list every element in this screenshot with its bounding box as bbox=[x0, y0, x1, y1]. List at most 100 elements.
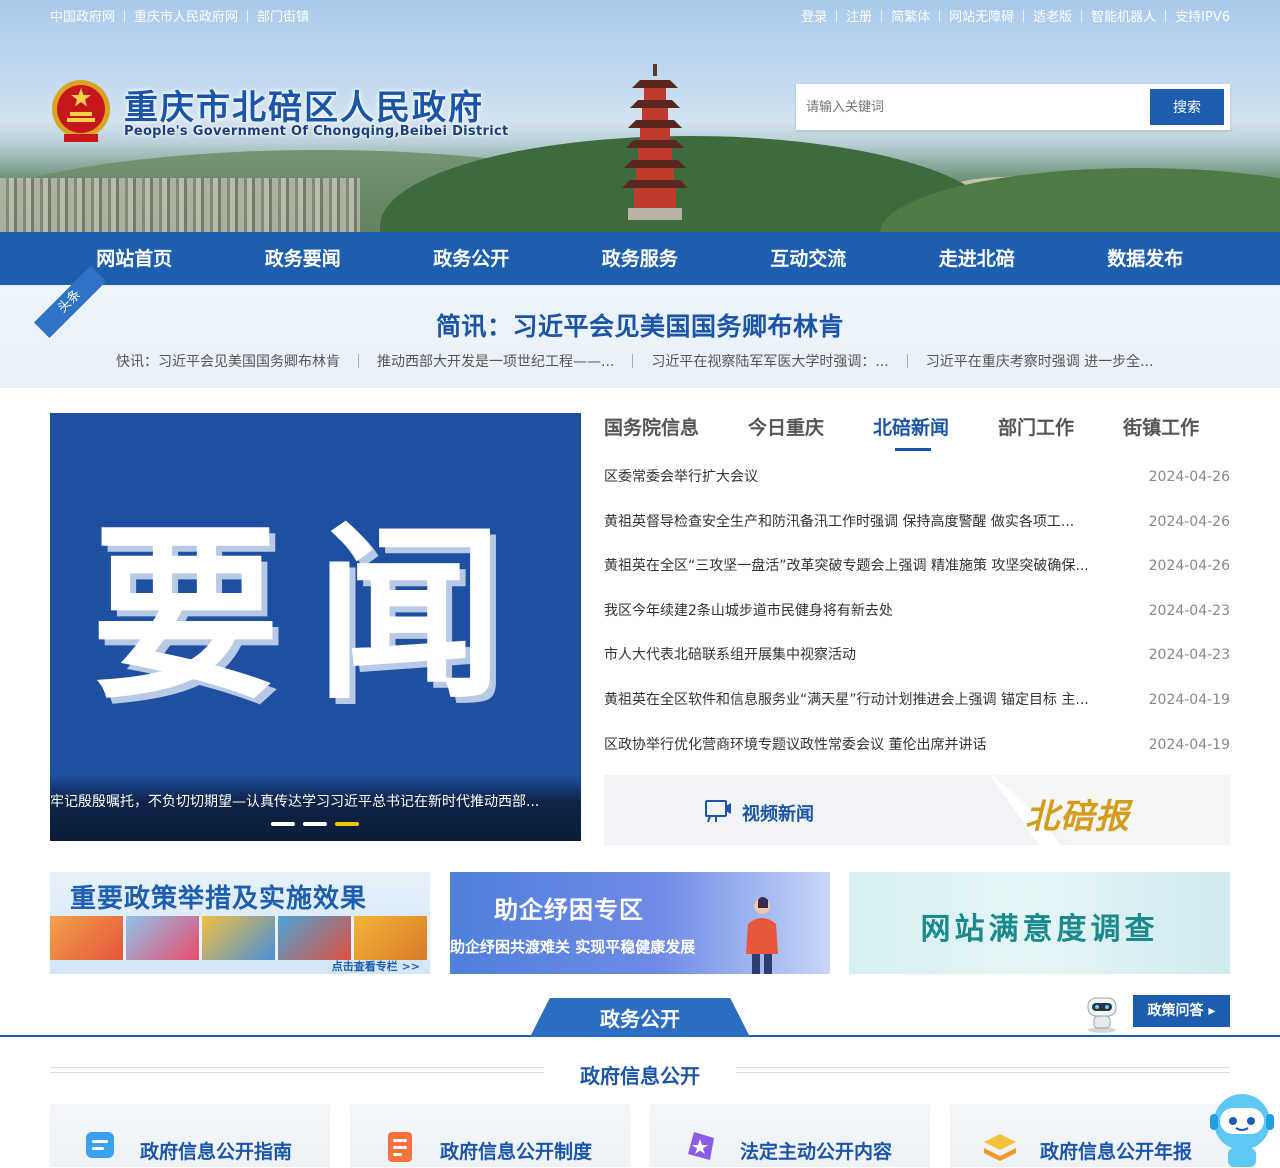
tab-chongqing-today[interactable]: 今日重庆 bbox=[748, 413, 824, 451]
carousel-image-text: 要闻 bbox=[91, 504, 540, 725]
accessibility-link[interactable]: 网站无障碍 bbox=[949, 6, 1014, 25]
card-title: 政府信息公开指南 bbox=[140, 1141, 293, 1163]
satisfaction-survey-banner[interactable]: 网站满意度调查 bbox=[849, 872, 1230, 974]
search-box: 搜索 bbox=[796, 84, 1230, 130]
news-title[interactable]: 黄祖英在全区“三攻坚一盘活”改革突破专题会上强调 精准施策 攻坚突破确保... bbox=[604, 555, 1089, 600]
news-title[interactable]: 黄祖英在全区软件和信息服务业“满天星”行动计划推进会上强调 锚定目标 主... bbox=[604, 689, 1089, 734]
elderly-mode-link[interactable]: 适老版 bbox=[1033, 6, 1072, 25]
smart-robot-link[interactable]: 智能机器人 bbox=[1091, 6, 1156, 25]
headline-title[interactable]: 简讯：习近平会见美国国务卿布林肯 bbox=[0, 307, 1280, 343]
news-date: 2024-04-23 bbox=[1148, 602, 1230, 619]
tab-department-work[interactable]: 部门工作 bbox=[998, 413, 1074, 451]
policy-banner-more[interactable]: 点击查看专栏 >> bbox=[332, 958, 420, 974]
nav-gov-service[interactable]: 政务服务 bbox=[556, 232, 725, 285]
main-nav: 网站首页 政务要闻 政务公开 政务服务 互动交流 走进北碚 数据发布 bbox=[0, 232, 1280, 285]
policy-effects-banner[interactable]: 重要政策举措及实施效果 点击查看专栏 >> bbox=[50, 872, 430, 974]
pagoda-icon bbox=[622, 64, 688, 220]
site-subtitle: People's Government Of Chongqing,Beibei … bbox=[124, 124, 509, 139]
news-date: 2024-04-26 bbox=[1148, 558, 1230, 575]
enterprise-relief-banner[interactable]: 助企纾困专区 助企纾困共渡难关 实现平稳健康发展 bbox=[450, 872, 830, 974]
news-row[interactable]: 市人大代表北碚联系组开展集中视察活动 2024-04-23 bbox=[604, 644, 1230, 689]
quick-news-item[interactable]: 习近平在视察陆军军医大学时强调：... bbox=[651, 351, 888, 371]
card-title: 政府信息公开年报 bbox=[1040, 1141, 1193, 1163]
quick-news-item[interactable]: 习近平在重庆考察时强调 进一步全... bbox=[926, 351, 1154, 371]
tab-state-council[interactable]: 国务院信息 bbox=[604, 413, 699, 451]
robot-icon[interactable] bbox=[1080, 994, 1124, 1034]
news-date: 2024-04-23 bbox=[1148, 647, 1230, 664]
card-title: 政府信息公开制度 bbox=[440, 1141, 593, 1163]
survey-banner-title: 网站满意度调查 bbox=[920, 912, 1159, 947]
tab-beibei-news[interactable]: 北碚新闻 bbox=[873, 413, 949, 451]
news-row[interactable]: 我区今年续建2条山城步道市民健身将有新去处 2024-04-23 bbox=[604, 600, 1230, 645]
site-title: 重庆市北碚区人民政府 bbox=[124, 88, 484, 128]
policy-banner-title: 重要政策举措及实施效果 bbox=[70, 884, 368, 914]
news-title[interactable]: 黄祖英督导检查安全生产和防汛备汛工作时强调 保持高度警醒 做实各项工... bbox=[604, 511, 1074, 556]
news-row[interactable]: 区政协举行优化营商环境专题议政性常委会议 董伦出席并讲话 2024-04-19 bbox=[604, 734, 1230, 779]
top-link-gov-cn[interactable]: 中国政府网 bbox=[50, 6, 115, 25]
card-statutory-content[interactable]: 法定主动公开内容 bbox=[650, 1104, 930, 1167]
nav-data-release[interactable]: 数据发布 bbox=[1061, 232, 1230, 285]
nav-gov-openness[interactable]: 政务公开 bbox=[387, 232, 556, 285]
background-city bbox=[0, 178, 360, 232]
video-news-label[interactable]: 视频新闻 bbox=[742, 800, 814, 826]
carousel-dot-1[interactable] bbox=[271, 822, 295, 826]
carousel-dot-3[interactable] bbox=[335, 822, 359, 826]
news-row[interactable]: 黄祖英在全区“三攻坚一盘活”改革突破专题会上强调 精准施策 攻坚突破确保... 2… bbox=[604, 555, 1230, 600]
login-link[interactable]: 登录 bbox=[801, 6, 827, 25]
nav-about-beibei[interactable]: 走进北碚 bbox=[893, 232, 1062, 285]
nav-home[interactable]: 网站首页 bbox=[50, 232, 219, 285]
nav-interaction[interactable]: 互动交流 bbox=[724, 232, 893, 285]
news-list: 区委常委会举行扩大会议 2024-04-26 黄祖英督导检查安全生产和防汛备汛工作… bbox=[604, 466, 1230, 778]
news-carousel[interactable]: 要闻 牢记殷殷嘱托，不负切切期望—认真传达学习习近平总书记在新时代推动西部... bbox=[50, 413, 581, 841]
top-links-right: 登录 注册 简繁体 网站无障碍 适老版 智能机器人 支持IPV6 bbox=[801, 6, 1230, 25]
news-row[interactable]: 区委常委会举行扩大会议 2024-04-26 bbox=[604, 466, 1230, 511]
beibei-newspaper-label[interactable]: 北碚报 bbox=[1025, 789, 1130, 838]
news-date: 2024-04-19 bbox=[1148, 736, 1230, 753]
header-banner: 中国政府网 重庆市人民政府网 部门街镇 登录 注册 简繁体 网站无障碍 适老版 … bbox=[0, 0, 1280, 232]
top-link-cq-gov[interactable]: 重庆市人民政府网 bbox=[134, 6, 238, 25]
carousel-dots bbox=[271, 822, 367, 826]
news-date: 2024-04-26 bbox=[1148, 513, 1230, 530]
person-illustration-icon bbox=[746, 897, 778, 974]
top-links-left: 中国政府网 重庆市人民政府网 部门街镇 bbox=[50, 6, 309, 25]
carousel-dot-2[interactable] bbox=[303, 822, 327, 826]
policy-qa-label: 政策问答 bbox=[1147, 1003, 1204, 1019]
carousel-caption[interactable]: 牢记殷殷嘱托，不负切切期望—认真传达学习习近平总书记在新时代推动西部... bbox=[50, 791, 581, 811]
help-banner-title: 助企纾困专区 bbox=[494, 896, 644, 924]
news-title[interactable]: 市人大代表北碚联系组开展集中视察活动 bbox=[604, 644, 856, 689]
card-disclosure-system[interactable]: 政府信息公开制度 bbox=[350, 1104, 630, 1167]
quick-news-item[interactable]: 推动西部大开发是一项世纪工程——... bbox=[377, 351, 614, 371]
document-icon bbox=[388, 1132, 412, 1162]
star-tag-icon bbox=[688, 1132, 714, 1160]
traditional-chinese-link[interactable]: 简繁体 bbox=[891, 6, 930, 25]
search-button[interactable]: 搜索 bbox=[1150, 89, 1224, 125]
headline-section: 头条 简讯：习近平会见美国国务卿布林肯 快讯：习近平会见美国国务卿布林肯 推动西… bbox=[0, 265, 1280, 388]
card-annual-report[interactable]: 政府信息公开年报 bbox=[950, 1104, 1230, 1167]
news-row[interactable]: 黄祖英督导检查安全生产和防汛备汛工作时强调 保持高度警醒 做实各项工... 202… bbox=[604, 511, 1230, 556]
nav-gov-news[interactable]: 政务要闻 bbox=[219, 232, 388, 285]
register-link[interactable]: 注册 bbox=[846, 6, 872, 25]
quick-news-item[interactable]: 快讯：习近平会见美国国务卿布林肯 bbox=[116, 351, 340, 371]
top-link-departments[interactable]: 部门街镇 bbox=[257, 6, 309, 25]
news-row[interactable]: 黄祖英在全区软件和信息服务业“满天星”行动计划推进会上强调 锚定目标 主... 2… bbox=[604, 689, 1230, 734]
news-date: 2024-04-19 bbox=[1148, 691, 1230, 708]
video-news-banner[interactable]: 视频新闻 北碚报 bbox=[604, 775, 1230, 845]
layers-icon bbox=[984, 1134, 1016, 1161]
section-title-gov-openness: 政务公开 bbox=[530, 998, 750, 1037]
news-title[interactable]: 我区今年续建2条山城步道市民健身将有新去处 bbox=[604, 600, 893, 645]
news-title[interactable]: 区政协举行优化营商环境专题议政性常委会议 董伦出席并讲话 bbox=[604, 734, 986, 779]
policy-banner-images bbox=[50, 916, 430, 960]
card-disclosure-guide[interactable]: 政府信息公开指南 bbox=[50, 1104, 330, 1167]
video-icon bbox=[705, 800, 731, 823]
tab-street-work[interactable]: 街镇工作 bbox=[1123, 413, 1199, 451]
news-title[interactable]: 区委常委会举行扩大会议 bbox=[604, 466, 758, 511]
national-emblem-icon bbox=[52, 80, 110, 142]
search-input[interactable] bbox=[796, 84, 1146, 130]
quick-news-list: 快讯：习近平会见美国国务卿布林肯 推动西部大开发是一项世纪工程——... 习近平… bbox=[116, 351, 1154, 371]
news-tabs: 国务院信息 今日重庆 北碚新闻 部门工作 街镇工作 bbox=[604, 413, 1248, 451]
assistant-robot-icon[interactable] bbox=[1206, 1090, 1278, 1167]
subsection-title: 政府信息公开 bbox=[580, 1064, 700, 1088]
policy-qa-button[interactable]: 政策问答 ▸ bbox=[1133, 995, 1230, 1027]
ipv6-link[interactable]: 支持IPV6 bbox=[1175, 6, 1230, 25]
card-title: 法定主动公开内容 bbox=[740, 1141, 893, 1163]
